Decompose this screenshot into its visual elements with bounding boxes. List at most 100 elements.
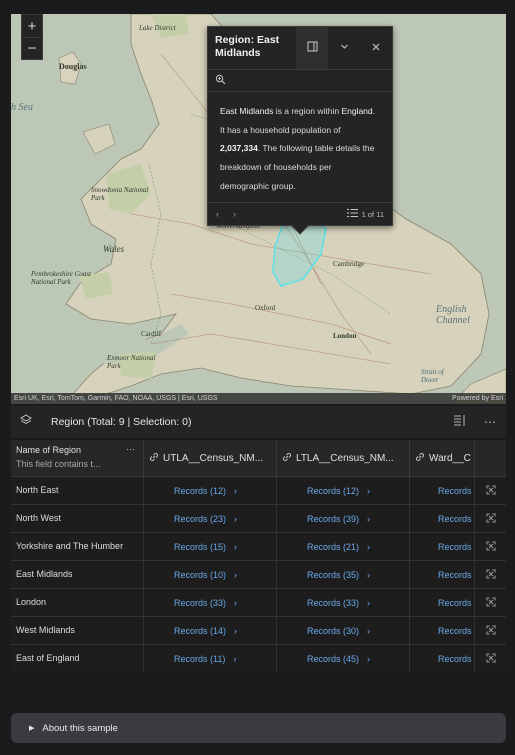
- column-header-actions: [475, 440, 506, 476]
- utla-records-label: Records (11): [174, 653, 226, 664]
- zoom-to-row-button[interactable]: [475, 561, 506, 588]
- utla-records-link[interactable]: Records (15) ›: [144, 533, 277, 560]
- column-header-name[interactable]: Name of Region This field contains t... …: [11, 440, 144, 476]
- chevron-right-icon: ›: [234, 569, 238, 580]
- zoom-to-feature-icon: [486, 485, 496, 497]
- ltla-records-link[interactable]: Records (12) ›: [277, 477, 410, 504]
- zoom-to-feature-icon: [486, 513, 496, 525]
- ltla-records-link[interactable]: Records (33) ›: [277, 589, 410, 616]
- zoom-to-row-button[interactable]: [475, 589, 506, 616]
- ltla-records-label: Records (33): [307, 597, 360, 608]
- utla-records-link[interactable]: Records (12) ›: [144, 477, 277, 504]
- zoom-in-button[interactable]: +: [22, 15, 42, 37]
- zoom-to-feature-icon: [486, 653, 496, 665]
- ward-records-link[interactable]: Records: [410, 617, 475, 644]
- ltla-records-link[interactable]: Records (45) ›: [277, 645, 410, 672]
- table-title: Region (Total: 9 | Selection: 0): [51, 416, 192, 428]
- map-label-exmoor: Exmoor National Park: [107, 354, 156, 370]
- table-row[interactable]: London Records (33) › Records (33) › Records: [11, 589, 506, 617]
- table-row[interactable]: Yorkshire and The Humber Records (15) › Rec…: [11, 533, 506, 561]
- about-this-sample-toggle[interactable]: ▶ About this sample: [11, 713, 506, 743]
- ltla-records-link[interactable]: Records (30) ›: [277, 617, 410, 644]
- map-label-english-channel: English Channel: [436, 304, 470, 326]
- region-name-cell: Yorkshire and The Humber: [11, 533, 144, 560]
- chevron-right-icon: ›: [233, 653, 237, 664]
- ltla-records-link[interactable]: Records (39) ›: [277, 505, 410, 532]
- map-label-lake-district: Lake District: [139, 24, 176, 32]
- utla-records-label: Records (15): [174, 541, 227, 552]
- ward-records-link[interactable]: Records: [410, 505, 475, 532]
- zoom-out-button[interactable]: −: [22, 37, 42, 59]
- column-ward-label: Ward__C: [429, 452, 471, 464]
- chevron-right-icon: ›: [367, 485, 371, 496]
- ltla-records-label: Records (21): [307, 541, 360, 552]
- close-button[interactable]: [360, 27, 392, 69]
- zoom-to-row-button[interactable]: [475, 477, 506, 504]
- region-name-cell: East Midlands: [11, 561, 144, 588]
- utla-records-label: Records (10): [174, 569, 227, 580]
- ltla-records-link[interactable]: Records (35) ›: [277, 561, 410, 588]
- list-icon: [346, 208, 358, 220]
- table-row[interactable]: North East Records (12) › Records (12) › Reco…: [11, 477, 506, 505]
- ward-records-link[interactable]: Records: [410, 477, 475, 504]
- table-row[interactable]: West Midlands Records (14) › Records (30) › R…: [11, 617, 506, 645]
- feature-menu-button[interactable]: 1 of 11: [346, 208, 384, 220]
- ward-records-label: Records: [438, 485, 472, 496]
- map-label-pembrokeshire: Pembrokeshire Coast National Park: [31, 270, 91, 286]
- dock-button[interactable]: [296, 27, 328, 69]
- close-icon: [372, 42, 380, 54]
- layers-button[interactable]: [11, 413, 41, 431]
- popup-region: East Midlands: [220, 106, 274, 116]
- column-menu-icon[interactable]: ⋯: [126, 444, 135, 455]
- table-row[interactable]: East Midlands Records (10) › Records (35) › R…: [11, 561, 506, 589]
- zoom-to-icon[interactable]: [215, 74, 226, 88]
- ltla-records-label: Records (12): [307, 485, 360, 496]
- column-settings-button[interactable]: [454, 415, 466, 429]
- region-name-cell: North West: [11, 505, 144, 532]
- previous-feature-button[interactable]: ‹: [216, 209, 219, 219]
- utla-records-link[interactable]: Records (14) ›: [144, 617, 277, 644]
- feature-count: 1 of 11: [361, 209, 384, 219]
- column-header-utla[interactable]: UTLA__Census_NM...: [144, 440, 277, 476]
- ltla-records-label: Records (45): [307, 653, 360, 664]
- next-feature-button[interactable]: ›: [233, 209, 236, 219]
- column-header-ltla[interactable]: LTLA__Census_NM...: [277, 440, 410, 476]
- more-options-button[interactable]: ⋯: [484, 415, 496, 429]
- utla-records-label: Records (12): [174, 485, 227, 496]
- ltla-records-link[interactable]: Records (21) ›: [277, 533, 410, 560]
- ward-records-link[interactable]: Records: [410, 645, 475, 672]
- utla-records-link[interactable]: Records (33) ›: [144, 589, 277, 616]
- ward-records-label: Records: [438, 513, 472, 524]
- attribution-text[interactable]: Esri UK, Esri, TomTom, Garmin, FAO, NOAA…: [14, 395, 218, 402]
- chevron-right-icon: ›: [367, 513, 371, 524]
- ward-records-link[interactable]: Records: [410, 533, 475, 560]
- zoom-to-row-button[interactable]: [475, 505, 506, 532]
- collapse-button[interactable]: [328, 27, 360, 69]
- map-attribution: Esri UK, Esri, TomTom, Garmin, FAO, NOAA…: [11, 393, 506, 404]
- utla-records-link[interactable]: Records (11) ›: [144, 645, 277, 672]
- table-body: North East Records (12) › Records (12) › Reco…: [11, 477, 506, 672]
- column-header-ward[interactable]: Ward__C: [410, 440, 475, 476]
- zoom-to-row-button[interactable]: [475, 533, 506, 560]
- table-row[interactable]: East of England Records (11) › Records (45)…: [11, 645, 506, 672]
- ward-records-link[interactable]: Records: [410, 589, 475, 616]
- ward-records-link[interactable]: Records: [410, 561, 475, 588]
- feature-popup: Region: East Midlands East Midlands is a…: [207, 26, 393, 235]
- about-label: About this sample: [42, 722, 118, 734]
- popup-title: Region: East Midlands: [215, 34, 280, 59]
- ltla-records-label: Records (30): [307, 625, 360, 636]
- powered-by-text[interactable]: Powered by Esri: [452, 395, 503, 402]
- utla-records-link[interactable]: Records (10) ›: [144, 561, 277, 588]
- chevron-down-icon: [340, 42, 349, 54]
- utla-records-link[interactable]: Records (23) ›: [144, 505, 277, 532]
- region-name-cell: London: [11, 589, 144, 616]
- ward-records-label: Records: [438, 625, 472, 636]
- region-name-cell: East of England: [11, 645, 144, 672]
- zoom-to-row-button[interactable]: [475, 617, 506, 644]
- region-name-cell: West Midlands: [11, 617, 144, 644]
- table-row[interactable]: North West Records (23) › Records (39) › Reco…: [11, 505, 506, 533]
- chevron-right-icon: ›: [234, 597, 238, 608]
- zoom-to-feature-icon: [486, 625, 496, 637]
- map-label-cardiff: Cardiff: [141, 330, 162, 338]
- zoom-to-row-button[interactable]: [475, 645, 506, 672]
